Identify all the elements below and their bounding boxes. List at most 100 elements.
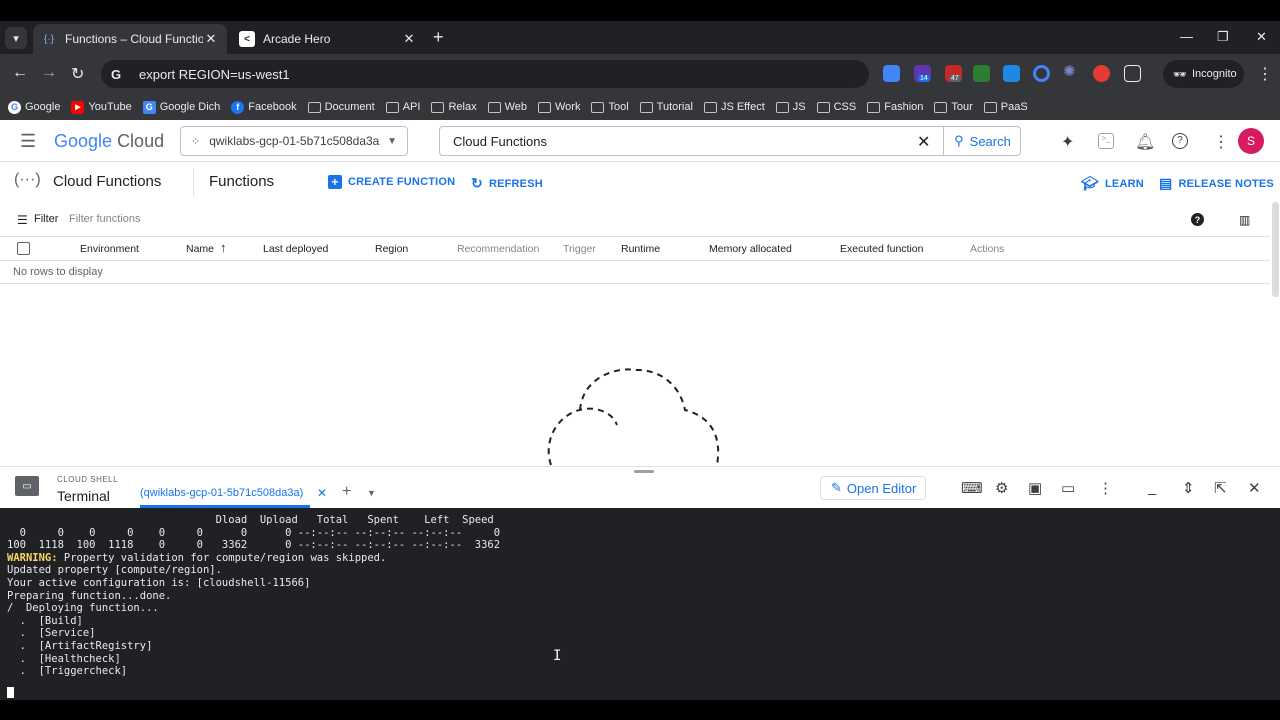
keyboard-icon[interactable]: ⌨ xyxy=(961,479,983,497)
col-name[interactable]: Name xyxy=(186,243,214,255)
bookmark-folder[interactable]: Tour xyxy=(934,101,973,113)
bookmark-folder[interactable]: Tool xyxy=(591,101,629,113)
col-runtime[interactable]: Runtime xyxy=(621,243,660,255)
back-arrow-icon[interactable]: ← xyxy=(12,64,28,82)
reload-icon[interactable]: ↻ xyxy=(71,64,84,84)
open-editor-button[interactable]: ✎ Open Editor xyxy=(820,476,926,500)
col-memory[interactable]: Memory allocated xyxy=(709,243,792,255)
clear-search-icon[interactable]: ✕ xyxy=(917,132,930,152)
gemini-sparkle-icon[interactable]: ✦ xyxy=(1061,132,1074,152)
tab-title: Arcade Hero xyxy=(263,32,331,46)
bookmark-google[interactable]: G Google xyxy=(8,100,60,114)
maximize-icon[interactable]: ⇕ xyxy=(1182,479,1195,497)
pencil-icon: ✎ xyxy=(831,480,842,495)
extensions-puzzle-icon[interactable] xyxy=(1124,65,1141,82)
bookmark-folder[interactable]: Fashion xyxy=(867,101,923,113)
resize-drag-handle[interactable] xyxy=(634,470,654,473)
col-environment[interactable]: Environment xyxy=(80,243,139,255)
shell-title: Terminal xyxy=(57,488,110,504)
close-tab-icon[interactable]: ✕ xyxy=(203,31,219,47)
avatar[interactable]: S xyxy=(1238,128,1264,154)
google-cloud-logo[interactable]: Google Cloud xyxy=(54,131,164,152)
column-display-icon[interactable]: ▥ xyxy=(1239,213,1250,227)
extension-gear-icon[interactable]: ✺ xyxy=(1063,62,1080,80)
web-preview-icon[interactable]: ▣ xyxy=(1028,479,1042,497)
address-bar[interactable]: G export REGION=us-west1 xyxy=(101,60,869,88)
translate-icon: G xyxy=(142,100,156,114)
browser-menu-icon[interactable]: ⋮ xyxy=(1257,64,1273,84)
bookmark-folder[interactable]: Tutorial xyxy=(639,101,693,113)
learn-button[interactable]: 🎓︎ LEARN xyxy=(1081,175,1144,192)
notifications-bell-icon[interactable]: 🔔︎ xyxy=(1135,132,1155,152)
sort-ascending-icon[interactable]: ↑ xyxy=(220,240,227,255)
forward-arrow-icon[interactable]: → xyxy=(41,64,57,82)
bookmark-folder[interactable]: Relax xyxy=(431,101,477,113)
bookmark-folder[interactable]: Web xyxy=(487,101,527,113)
tab-search-button[interactable]: ▾ xyxy=(5,27,27,49)
minimize-icon[interactable]: _ xyxy=(1148,479,1156,496)
minimize-window-icon[interactable]: — xyxy=(1180,29,1193,44)
shell-session-tab[interactable]: (qwiklabs-gcp-01-5b71c508da3a) xyxy=(140,487,303,499)
terminal-output[interactable]: Dload Upload Total Spent Left Speed 0 0 … xyxy=(0,508,1280,700)
bookmark-youtube[interactable]: ▶ YouTube xyxy=(71,100,132,114)
console-search[interactable]: Cloud Functions ✕ ⚲ Search xyxy=(439,126,1021,156)
layout-icon[interactable]: ▭ xyxy=(1061,479,1075,497)
close-session-icon[interactable]: ✕ xyxy=(317,486,327,500)
page-scrollbar[interactable] xyxy=(1272,202,1279,297)
terminal-line: Preparing function...done. xyxy=(7,589,172,602)
bookmark-google-dich[interactable]: G Google Dich xyxy=(142,100,220,114)
close-shell-icon[interactable]: ✕ xyxy=(1248,479,1261,497)
terminal-icon: ▭ xyxy=(15,476,39,496)
project-picker[interactable]: ⁘ qwiklabs-gcp-01-5b71c508da3a ▼ xyxy=(180,126,408,156)
create-function-button[interactable]: + CREATE FUNCTION xyxy=(328,175,455,189)
select-all-checkbox[interactable] xyxy=(17,242,30,255)
bottom-letterbox xyxy=(0,700,1280,720)
tab-arcade-hero[interactable]: < Arcade Hero ✕ xyxy=(231,24,425,54)
col-last-deployed[interactable]: Last deployed xyxy=(263,243,328,255)
bookmark-folder[interactable]: Document xyxy=(307,101,375,113)
bookmark-label: Web xyxy=(504,101,527,113)
address-text: export REGION=us-west1 xyxy=(139,66,290,82)
search-input[interactable]: Cloud Functions xyxy=(453,134,547,149)
new-tab-icon[interactable]: + xyxy=(433,27,444,48)
translate-extension-icon[interactable] xyxy=(883,65,900,82)
bookmark-folder[interactable]: JS xyxy=(775,101,806,113)
close-window-icon[interactable]: ✕ xyxy=(1256,29,1267,45)
open-new-window-icon[interactable]: ⇱ xyxy=(1214,479,1227,497)
close-tab-icon[interactable]: ✕ xyxy=(401,31,417,47)
extension-icon[interactable] xyxy=(1003,65,1020,82)
learn-label: LEARN xyxy=(1104,177,1144,190)
bookmark-folder[interactable]: JS Effect xyxy=(703,101,765,113)
bookmark-folder[interactable]: CSS xyxy=(816,101,856,113)
add-session-icon[interactable]: + xyxy=(342,483,351,501)
terminal-line: . [Service] xyxy=(7,627,96,640)
release-notes-icon: ▤ xyxy=(1159,175,1173,191)
release-notes-button[interactable]: ▤ RELEASE NOTES xyxy=(1159,175,1274,192)
main-menu-icon[interactable]: ☰ xyxy=(20,131,36,152)
help-icon[interactable]: ? xyxy=(1172,133,1188,149)
bookmark-folder[interactable]: Work xyxy=(538,101,580,113)
extension-icon[interactable] xyxy=(1033,65,1050,82)
bookmark-facebook[interactable]: f Facebook xyxy=(231,100,297,114)
col-executed-function[interactable]: Executed function xyxy=(840,243,923,255)
restore-window-icon[interactable]: ❐ xyxy=(1217,29,1229,45)
divider xyxy=(0,283,1270,284)
incognito-indicator[interactable]: 🕶 Incognito xyxy=(1163,60,1244,88)
browser-tab-strip: ▾ {·} Functions – Cloud Functions – c ✕ … xyxy=(0,21,1280,54)
cloud-shell-activate-icon[interactable]: >_ xyxy=(1098,133,1114,149)
session-dropdown-icon[interactable]: ▼ xyxy=(367,488,376,498)
help-circle-icon[interactable]: ? xyxy=(1191,213,1204,226)
extension-icon[interactable] xyxy=(973,65,990,82)
settings-gear-icon[interactable]: ⚙ xyxy=(995,479,1008,497)
bookmark-folder[interactable]: PaaS xyxy=(983,101,1028,113)
search-button[interactable]: ⚲ Search xyxy=(943,126,1021,156)
refresh-button[interactable]: ↻ REFRESH xyxy=(471,175,543,192)
tab-functions[interactable]: {·} Functions – Cloud Functions – c ✕ xyxy=(33,24,227,54)
col-region[interactable]: Region xyxy=(375,243,408,255)
refresh-icon: ↻ xyxy=(471,175,483,191)
extension-icon[interactable] xyxy=(1093,65,1110,82)
bookmark-folder[interactable]: API xyxy=(385,101,420,113)
filter-input[interactable]: Filter functions xyxy=(69,213,141,225)
settings-menu-icon[interactable]: ⋮ xyxy=(1213,132,1229,152)
more-options-icon[interactable]: ⋮ xyxy=(1098,479,1113,497)
